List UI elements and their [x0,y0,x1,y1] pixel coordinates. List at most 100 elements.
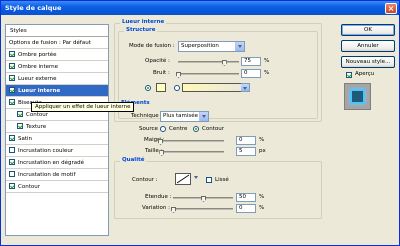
style-checkbox[interactable] [9,159,15,165]
contour-curve-icon [176,174,190,184]
tooltip: Appliquer un effet de lueur interne [31,102,135,112]
noise-slider-thumb[interactable] [176,72,181,78]
color-radio[interactable] [145,85,151,91]
dialog-title: Style de calque [5,4,62,12]
new-style-button[interactable]: Nouveau style... [341,56,395,68]
preview-thumbnail [350,89,365,104]
style-checkbox[interactable] [9,99,15,105]
contour-label: Contour : [132,177,158,183]
styles-item-label: Lueur interne [18,88,61,94]
styles-item-label: Options de fusion : Par défaut [9,40,91,46]
technique-value: Plus tamisée [163,113,198,119]
quality-group: Qualité Contour : Lissé Etendue : 50 % V… [114,157,322,219]
close-button[interactable]: × [385,2,397,14]
style-checkbox[interactable] [9,63,15,69]
blend-mode-select[interactable]: Superposition [178,41,245,52]
noise-slider[interactable] [178,73,239,75]
source-center-radio[interactable] [160,126,166,132]
anti-aliased-label: Lissé [215,177,229,183]
blend-mode-label: Mode de fusion : [129,43,175,49]
preview-checkbox[interactable] [346,72,352,78]
styles-item-label: Incrustation de motif [18,172,76,178]
source-label: Source : [139,126,162,132]
styles-list: Styles Options de fusion : Par défaut Omb… [5,24,109,236]
contour-picker[interactable] [175,173,191,185]
styles-item-label: Lueur externe [18,76,57,82]
source-center-label: Centre [169,126,188,132]
styles-item[interactable]: Lueur interne [6,85,108,97]
styles-item-label: Contour [26,112,48,118]
choke-unit: % [259,137,265,143]
range-label: Etendue : [145,194,172,200]
inner-glow-title: Lueur interne [120,19,167,25]
style-checkbox[interactable] [17,123,23,129]
anti-aliased-checkbox[interactable] [206,177,212,183]
cancel-button[interactable]: Annuler [341,40,395,52]
size-input[interactable]: 5 [236,147,256,156]
style-checkbox[interactable] [9,75,15,81]
noise-input[interactable]: 0 [241,69,261,78]
chevron-down-icon [192,173,199,182]
range-unit: % [259,194,265,200]
style-checkbox[interactable] [9,87,15,93]
layer-style-dialog: Style de calque × Styles Options de fusi… [0,0,400,246]
size-slider-thumb[interactable] [159,150,165,156]
size-slider[interactable] [160,151,224,153]
glow-gradient-picker[interactable] [182,83,242,92]
gradient-radio[interactable] [174,85,180,91]
style-preview [344,83,371,110]
style-checkbox[interactable] [9,51,15,57]
styles-items: Options de fusion : Par défaut Ombre port… [6,37,108,193]
opacity-slider[interactable] [178,61,239,63]
title-bar: Style de calque × [1,1,399,15]
inner-glow-settings: Lueur interne Structure Mode de fusion :… [114,19,324,237]
opacity-unit: % [264,58,270,64]
styles-item[interactable]: Incrustation en dégradé [6,157,108,169]
styles-item[interactable]: Satin [6,133,108,145]
style-checkbox[interactable] [17,111,23,117]
choke-slider[interactable] [160,140,224,142]
styles-item[interactable]: Incrustation couleur [6,145,108,157]
styles-item[interactable]: Contour [6,181,108,193]
jitter-unit: % [259,205,265,211]
opacity-input[interactable]: 75 [241,57,261,66]
style-checkbox[interactable] [9,183,15,189]
jitter-slider-thumb[interactable] [171,207,176,213]
structure-title: Structure [124,27,158,33]
style-checkbox[interactable] [9,147,15,153]
range-slider-thumb[interactable] [201,196,206,202]
ok-button[interactable]: OK [341,24,395,36]
opacity-slider-thumb[interactable] [221,60,227,66]
styles-item-label: Ombre interne [18,64,59,70]
styles-item[interactable]: Incrustation de motif [6,169,108,181]
quality-title: Qualité [120,157,147,163]
range-input[interactable]: 50 [236,193,256,202]
jitter-slider[interactable] [173,208,233,210]
close-icon: × [387,3,395,13]
choke-input[interactable]: 0 [236,136,256,145]
noise-label: Bruit : [153,70,170,76]
chevron-down-icon [199,112,208,121]
styles-item[interactable]: Lueur externe [6,73,108,85]
style-checkbox[interactable] [9,135,15,141]
contour-dropdown[interactable] [192,173,199,185]
styles-item[interactable]: Ombre portée [6,49,108,61]
source-contour-label: Contour [202,126,224,132]
style-checkbox[interactable] [9,171,15,177]
gradient-dropdown[interactable] [241,83,250,92]
elements-group: Eléments Technique : Plus tamisée Source… [114,100,322,156]
styles-item[interactable]: Options de fusion : Par défaut [6,37,108,49]
source-contour-radio[interactable] [193,126,199,132]
size-unit: px [259,148,266,154]
noise-unit: % [264,70,270,76]
choke-slider-thumb[interactable] [158,139,163,145]
opacity-label: Opacité : [145,58,170,64]
technique-select[interactable]: Plus tamisée [160,111,209,122]
jitter-label: Variation : [142,205,171,211]
styles-item[interactable]: Texture [6,121,108,133]
glow-color-swatch[interactable] [156,83,166,92]
styles-item-label: Texture [26,124,47,130]
styles-item[interactable]: Ombre interne [6,61,108,73]
technique-label: Technique : [131,113,163,119]
jitter-input[interactable]: 0 [236,204,256,213]
